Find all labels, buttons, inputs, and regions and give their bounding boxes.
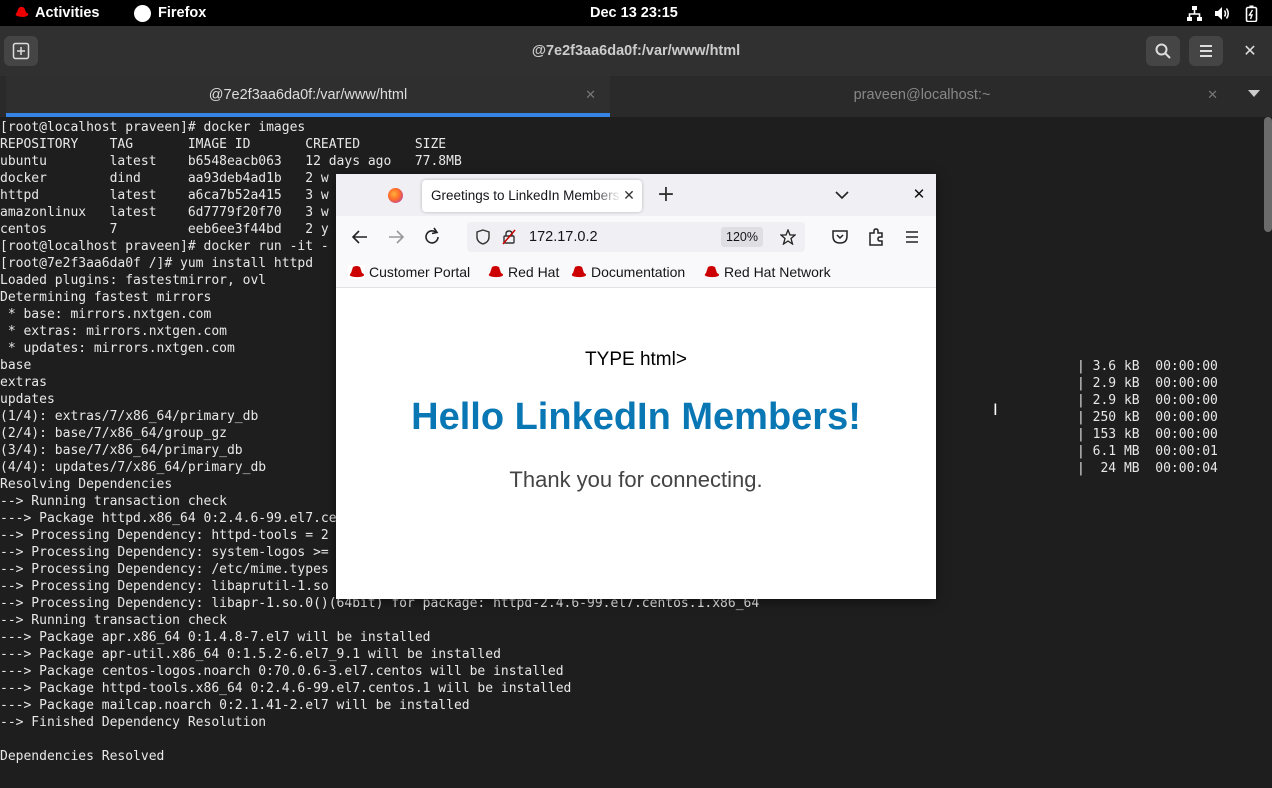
- list-all-tabs-icon[interactable]: [834, 187, 850, 203]
- bookmark-label: Red Hat Network: [724, 264, 831, 280]
- hamburger-menu-icon: [1200, 45, 1212, 57]
- tab-label: praveen@localhost:~: [853, 87, 991, 103]
- download-stat-line: | 250 kB 00:00:00: [1077, 410, 1218, 425]
- firefox-view-icon[interactable]: [388, 188, 403, 203]
- url-text: 172.17.0.2: [529, 229, 598, 245]
- text-cursor-icon: I: [993, 400, 998, 419]
- network-icon[interactable]: [1186, 5, 1203, 22]
- bookmark-documentation[interactable]: Documentation: [570, 258, 685, 286]
- back-arrow-icon[interactable]: [348, 225, 372, 249]
- bookmark-red-hat-network[interactable]: Red Hat Network: [703, 258, 831, 286]
- terminal-line: --> Finished Dependency Resolution: [0, 715, 267, 730]
- terminal-tab-bar: @7e2f3aa6da0f:/var/www/html ✕ praveen@lo…: [0, 76, 1272, 117]
- terminal-tab-inactive[interactable]: praveen@localhost:~ ✕: [612, 76, 1232, 117]
- bookmark-red-hat[interactable]: Red Hat: [487, 258, 559, 286]
- search-icon: [1155, 43, 1171, 59]
- activities-button[interactable]: Activities: [14, 0, 99, 26]
- terminal-menu-button[interactable]: [1189, 36, 1223, 66]
- terminal-line: ---> Package apr-util.x86_64 0:1.5.2-6.e…: [0, 647, 501, 662]
- clock[interactable]: Dec 13 23:15: [590, 0, 678, 26]
- page-doctype-text: TYPE html>: [585, 349, 687, 370]
- zoom-level-badge[interactable]: 120%: [721, 227, 763, 247]
- activities-label: Activities: [35, 5, 100, 21]
- terminal-line: --> Running transaction check: [0, 613, 227, 628]
- redhat-bookmark-icon: [704, 266, 719, 278]
- terminal-close-button[interactable]: ✕: [1240, 41, 1260, 61]
- page-text: Thank you for connecting.: [509, 467, 763, 492]
- app-menu-label: Firefox: [158, 5, 207, 21]
- firefox-tab-strip: Greetings to LinkedIn Members ✕ + ✕: [336, 174, 936, 216]
- download-stat-line: | 2.9 kB 00:00:00: [1077, 393, 1218, 408]
- page-heading: Hello LinkedIn Members!: [411, 396, 861, 438]
- terminal-line: ---> Package apr.x86_64 0:1.4.8-7.el7 wi…: [0, 630, 431, 645]
- browser-tab-title: Greetings to LinkedIn Members: [431, 188, 620, 203]
- close-icon: ✕: [1243, 41, 1257, 60]
- terminal-line: REPOSITORY TAG IMAGE ID CREATED SIZE: [0, 137, 447, 152]
- download-stat-line: | 3.6 kB 00:00:00: [1077, 359, 1218, 374]
- redhat-logo-icon: [15, 6, 29, 17]
- terminal-headerbar: @7e2f3aa6da0f:/var/www/html ✕: [0, 26, 1272, 76]
- terminal-line: ---> Package httpd-tools.x86_64 0:2.4.6-…: [0, 681, 572, 696]
- navigation-toolbar: 172.17.0.2 120%: [336, 216, 936, 258]
- bookmark-star-icon[interactable]: [780, 229, 796, 245]
- terminal-title: @7e2f3aa6da0f:/var/www/html: [531, 43, 741, 59]
- redhat-bookmark-icon: [348, 265, 365, 279]
- firefox-icon: [134, 5, 151, 22]
- download-stat-line: | 2.9 kB 00:00:00: [1077, 376, 1218, 391]
- tab-label: @7e2f3aa6da0f:/var/www/html: [208, 87, 408, 103]
- volume-icon[interactable]: [1214, 5, 1231, 22]
- forward-arrow-icon[interactable]: [384, 225, 408, 249]
- bookmark-label: Documentation: [591, 264, 686, 280]
- app-menu-icon[interactable]: [900, 225, 924, 249]
- pocket-icon[interactable]: [828, 225, 852, 249]
- tracking-shield-icon[interactable]: [475, 229, 491, 245]
- top-bar: Activities Firefox Dec 13 23:15: [0, 0, 1272, 26]
- download-stats: | 3.6 kB 00:00:00 | 2.9 kB 00:00:00 | 2.9 …: [1077, 358, 1218, 477]
- download-stat-line: | 153 kB 00:00:00: [1077, 427, 1218, 442]
- terminal-line: ---> Package mailcap.noarch 0:2.1.41-2.e…: [0, 698, 470, 713]
- terminal-line: ubuntu latest b6548eacb063 12 days ago 7…: [0, 154, 462, 169]
- download-stat-line: | 6.1 MB 00:00:01: [1077, 444, 1218, 459]
- download-stat-line: | 24 MB 00:00:04: [1077, 461, 1218, 476]
- terminal-line: ---> Package centos-logos.noarch 0:70.0.…: [0, 664, 564, 679]
- bookmark-customer-portal[interactable]: Customer Portal: [348, 258, 470, 286]
- insecure-lock-icon[interactable]: [501, 229, 517, 245]
- bookmarks-toolbar: Customer Portal Red Hat Documentation Re…: [336, 258, 936, 288]
- web-page-content[interactable]: TYPE html> Hello LinkedIn Members! Thank…: [336, 289, 936, 599]
- window-close-icon[interactable]: ✕: [909, 184, 929, 204]
- bookmark-label: Red Hat: [508, 264, 560, 280]
- reload-icon[interactable]: [420, 225, 444, 249]
- terminal-line: [root@localhost praveen]# docker images: [0, 120, 306, 135]
- tab-close-icon[interactable]: ✕: [1207, 76, 1218, 114]
- tab-close-icon[interactable]: ✕: [585, 76, 596, 114]
- app-menu-firefox[interactable]: Firefox: [134, 0, 206, 26]
- extensions-icon[interactable]: [864, 225, 888, 249]
- tab-close-icon[interactable]: ✕: [620, 187, 638, 205]
- terminal-scrollbar[interactable]: [1264, 117, 1272, 232]
- bookmark-label: Customer Portal: [369, 264, 471, 280]
- terminal-tab-active[interactable]: @7e2f3aa6da0f:/var/www/html ✕: [6, 76, 610, 117]
- new-tab-plus-icon[interactable]: +: [654, 183, 678, 207]
- terminal-search-button[interactable]: [1146, 36, 1180, 66]
- battery-icon[interactable]: [1243, 5, 1260, 22]
- tabs-dropdown-icon[interactable]: [1248, 90, 1260, 97]
- browser-tab[interactable]: Greetings to LinkedIn Members ✕: [422, 180, 642, 212]
- url-bar[interactable]: 172.17.0.2 120%: [467, 222, 805, 252]
- redhat-bookmark-icon: [571, 266, 586, 278]
- terminal-line: Dependencies Resolved: [0, 749, 165, 764]
- redhat-bookmark-icon: [488, 266, 503, 278]
- firefox-window: Greetings to LinkedIn Members ✕ + ✕ 172.…: [336, 174, 936, 599]
